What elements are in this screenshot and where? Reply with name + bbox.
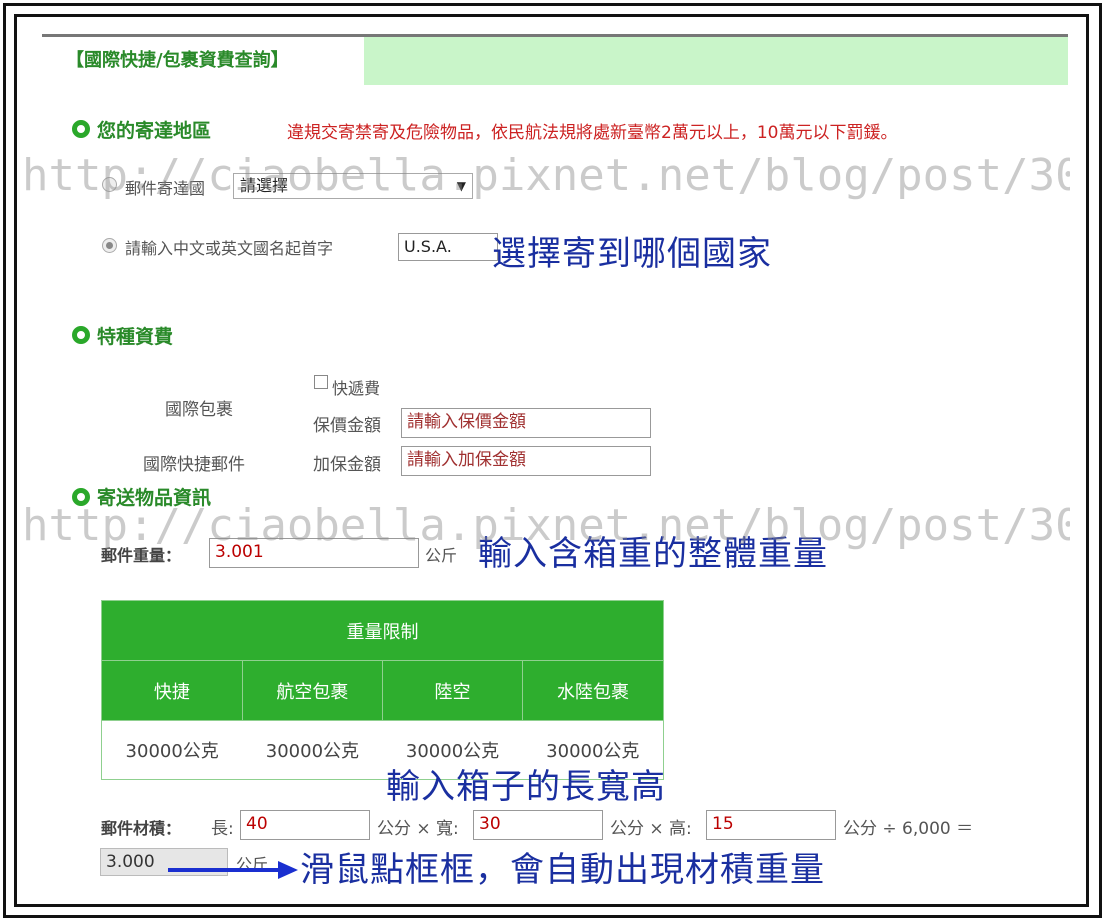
limit-header-express: 快捷 <box>101 660 243 721</box>
insured-label: 保價金額 <box>313 416 381 436</box>
section-bullet-icon <box>72 120 90 138</box>
limit-value-express: 30000公克 <box>101 720 243 780</box>
express-fee-checkbox[interactable] <box>314 375 328 389</box>
limit-header-air-parcel: 航空包裹 <box>241 660 383 721</box>
weight-limit-table: 重量限制 快捷 航空包裹 陸空 水陸包裹 30000公克 30000公克 300… <box>101 600 664 780</box>
destination-section-title: 您的寄達地區 <box>97 120 212 142</box>
arrow-right-icon <box>168 861 298 879</box>
limit-value-air-parcel: 30000公克 <box>242 720 383 780</box>
annotation-choose-country: 選擇寄到哪個國家 <box>492 234 772 274</box>
limit-table-title: 重量限制 <box>101 600 664 661</box>
limit-header-sal: 陸空 <box>381 660 524 721</box>
length-input[interactable]: 40 <box>240 810 370 840</box>
annotation-enter-dims: 輸入箱子的長寬高 <box>386 767 666 807</box>
width-input[interactable]: 30 <box>473 810 603 840</box>
limit-header-surface-parcel: 水陸包裹 <box>522 660 664 721</box>
insured-amount-input[interactable]: 請輸入保價金額 <box>401 408 651 438</box>
watermark: http://ciaobella.pixnet.net/blog/post/30… <box>22 150 1070 201</box>
volume-label: 郵件材積： <box>101 819 182 838</box>
width-label: 公分 × 寬: <box>377 819 459 839</box>
page-title: 【國際快捷/包裹資費查詢】 <box>42 34 364 85</box>
section-bullet-icon <box>72 326 90 344</box>
special-section-title: 特種資費 <box>97 326 174 348</box>
parcel-label: 國際包裹 <box>165 400 233 420</box>
height-input[interactable]: 15 <box>706 810 836 840</box>
divisor-text: 公分 ÷ 6,000 ＝ <box>843 819 974 839</box>
name-radio[interactable] <box>102 238 117 253</box>
annotation-click-box: 滑鼠點框框，會自動出現材積重量 <box>300 850 825 890</box>
watermark: http://ciaobella.pixnet.net/blog/post/30… <box>22 500 1070 551</box>
length-label: 長: <box>211 819 234 839</box>
express-fee-label: 快遞費 <box>332 379 381 398</box>
extra-insured-input[interactable]: 請輸入加保金額 <box>401 446 651 476</box>
name-input-label: 請輸入中文或英文國名起首字 <box>125 239 334 258</box>
country-name-input[interactable]: U.S.A. <box>398 233 498 261</box>
extra-insured-label: 加保金額 <box>313 455 381 475</box>
warning-text: 違規交寄禁寄及危險物品，依民航法規將處新臺幣2萬元以上，10萬元以下罰鍰。 <box>287 123 898 143</box>
header-bar <box>364 34 1068 85</box>
height-label: 公分 × 高: <box>610 819 692 839</box>
express-mail-label: 國際快捷郵件 <box>143 455 245 475</box>
